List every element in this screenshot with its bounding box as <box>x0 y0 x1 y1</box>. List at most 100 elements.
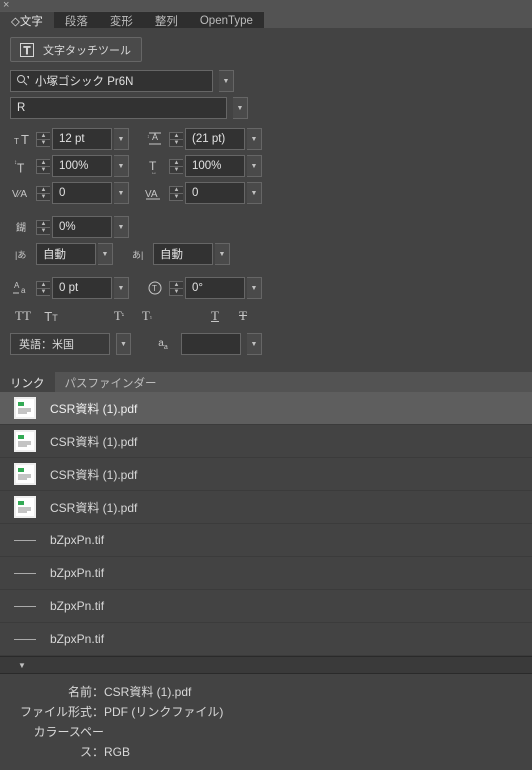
char-rotation-field: T ▲▼ ▼ <box>143 277 262 299</box>
char-rotation-input[interactable] <box>185 277 245 299</box>
tab-links[interactable]: リンク <box>0 372 55 392</box>
font-style-dropdown[interactable]: ▼ <box>233 97 248 119</box>
font-style-row: ▼ <box>10 97 522 119</box>
link-filename: CSR資料 (1).pdf <box>50 433 137 450</box>
font-size-spinner[interactable]: ▲▼ <box>36 132 50 147</box>
font-family-input[interactable] <box>10 70 213 92</box>
link-row[interactable]: CSR資料 (1).pdf <box>0 458 532 491</box>
font-style-input[interactable] <box>10 97 227 119</box>
antialias-dropdown[interactable]: ▼ <box>247 333 262 355</box>
svg-text:A: A <box>14 281 20 290</box>
char-rotation-icon: T <box>143 277 167 299</box>
subscript-button[interactable]: T₁ <box>136 307 158 325</box>
tsume-field: 餬 ▲▼ ▼ <box>10 216 522 238</box>
kerning-spinner[interactable]: ▲▼ <box>36 186 50 201</box>
hscale-spinner[interactable]: ▲▼ <box>169 159 183 174</box>
tracking-field: VA ▲▼ ▼ <box>143 182 262 204</box>
svg-text:T: T <box>23 45 30 57</box>
strikethrough-button[interactable]: T <box>232 307 254 325</box>
superscript-button[interactable]: T¹ <box>108 307 130 325</box>
tab-character[interactable]: ◇文字 <box>0 11 54 28</box>
antialias-input[interactable] <box>181 333 241 355</box>
language-select[interactable]: 英語：米国 <box>10 333 110 355</box>
font-family-dropdown[interactable]: ▼ <box>219 70 234 92</box>
tab-align[interactable]: 整列 <box>144 11 189 28</box>
font-size-dropdown[interactable]: ▼ <box>114 128 129 150</box>
aki-right-dropdown[interactable]: ▼ <box>215 243 230 265</box>
svg-text:a: a <box>21 286 26 295</box>
vscale-field: T↕ ▲▼ ▼ <box>10 155 129 177</box>
type-style-buttons: TT TT T¹ T₁ T T <box>12 307 522 325</box>
link-row[interactable]: CSR資料 (1).pdf <box>0 425 532 458</box>
font-size-input[interactable] <box>52 128 112 150</box>
svg-text:T: T <box>17 161 25 174</box>
link-row[interactable]: bZpxPn.tif <box>0 524 532 557</box>
hscale-dropdown[interactable]: ▼ <box>247 155 262 177</box>
smallcaps-button[interactable]: TT <box>40 307 62 325</box>
close-icon[interactable]: × <box>3 0 9 11</box>
baseline-shift-spinner[interactable]: ▲▼ <box>36 281 50 296</box>
link-filename: CSR資料 (1).pdf <box>50 400 137 417</box>
tab-opentype[interactable]: OpenType <box>189 11 264 28</box>
svg-text:V⁄A: V⁄A <box>12 189 27 200</box>
vscale-dropdown[interactable]: ▼ <box>114 155 129 177</box>
leading-spinner[interactable]: ▲▼ <box>169 132 183 147</box>
tab-transform[interactable]: 変形 <box>99 11 144 28</box>
svg-text:↔: ↔ <box>151 170 157 174</box>
aki-right-icon: あ| <box>127 243 151 265</box>
svg-text:VA: VA <box>145 189 158 200</box>
info-format-value: PDF (リンクファイル) <box>104 705 223 719</box>
link-thumbnail <box>14 496 36 518</box>
aki-left-input[interactable] <box>36 243 96 265</box>
hscale-input[interactable] <box>185 155 245 177</box>
leading-dropdown[interactable]: ▼ <box>247 128 262 150</box>
char-rotation-spinner[interactable]: ▲▼ <box>169 281 183 296</box>
char-rotation-dropdown[interactable]: ▼ <box>247 277 262 299</box>
panel-tabs: ◇文字 段落 変形 整列 OpenType <box>0 11 532 28</box>
aki-right-input[interactable] <box>153 243 213 265</box>
tracking-dropdown[interactable]: ▼ <box>247 182 262 204</box>
tracking-spinner[interactable]: ▲▼ <box>169 186 183 201</box>
link-thumbnail <box>14 397 36 419</box>
chevron-down-icon: ▼ <box>18 661 26 670</box>
touch-type-label: 文字タッチツール <box>43 42 131 58</box>
link-row[interactable]: bZpxPn.tif <box>0 623 532 656</box>
tab-pathfinder[interactable]: パスファインダー <box>55 372 167 392</box>
kerning-dropdown[interactable]: ▼ <box>114 182 129 204</box>
svg-text:T: T <box>152 284 157 293</box>
kerning-input[interactable] <box>52 182 112 204</box>
svg-text:↕: ↕ <box>14 160 17 166</box>
svg-text:あ|: あ| <box>132 250 143 260</box>
link-filename: CSR資料 (1).pdf <box>50 466 137 483</box>
tracking-input[interactable] <box>185 182 245 204</box>
tsume-dropdown[interactable]: ▼ <box>114 216 129 238</box>
info-format-label: ファイル形式： <box>14 702 104 722</box>
language-dropdown[interactable]: ▼ <box>116 333 131 355</box>
link-row[interactable]: CSR資料 (1).pdf <box>0 491 532 524</box>
baseline-shift-input[interactable] <box>52 277 112 299</box>
tsume-spinner[interactable]: ▲▼ <box>36 220 50 235</box>
aki-left-field: |あ ▼ <box>10 243 113 265</box>
leading-input[interactable] <box>185 128 245 150</box>
tracking-icon: VA <box>143 182 167 204</box>
link-filename: bZpxPn.tif <box>50 632 104 646</box>
baseline-shift-icon: Aa <box>10 277 34 299</box>
link-thumbnail <box>14 595 36 617</box>
touch-type-tool-button[interactable]: T 文字タッチツール <box>10 37 142 62</box>
underline-button[interactable]: T <box>204 307 226 325</box>
allcaps-button[interactable]: TT <box>12 307 34 325</box>
link-row[interactable]: bZpxPn.tif <box>0 590 532 623</box>
aki-left-dropdown[interactable]: ▼ <box>98 243 113 265</box>
link-row[interactable]: CSR資料 (1).pdf <box>0 392 532 425</box>
tab-paragraph[interactable]: 段落 <box>54 11 99 28</box>
link-row[interactable]: bZpxPn.tif <box>0 557 532 590</box>
link-info-toggle[interactable]: ▼ <box>0 656 532 674</box>
info-colorspace-label: カラースペース： <box>14 722 104 762</box>
vertical-scale-icon: T↕ <box>10 155 34 177</box>
vscale-input[interactable] <box>52 155 112 177</box>
baseline-shift-dropdown[interactable]: ▼ <box>114 277 129 299</box>
tsume-icon: 餬 <box>10 216 34 238</box>
vscale-spinner[interactable]: ▲▼ <box>36 159 50 174</box>
tsume-input[interactable] <box>52 216 112 238</box>
info-name-label: 名前： <box>14 682 104 702</box>
